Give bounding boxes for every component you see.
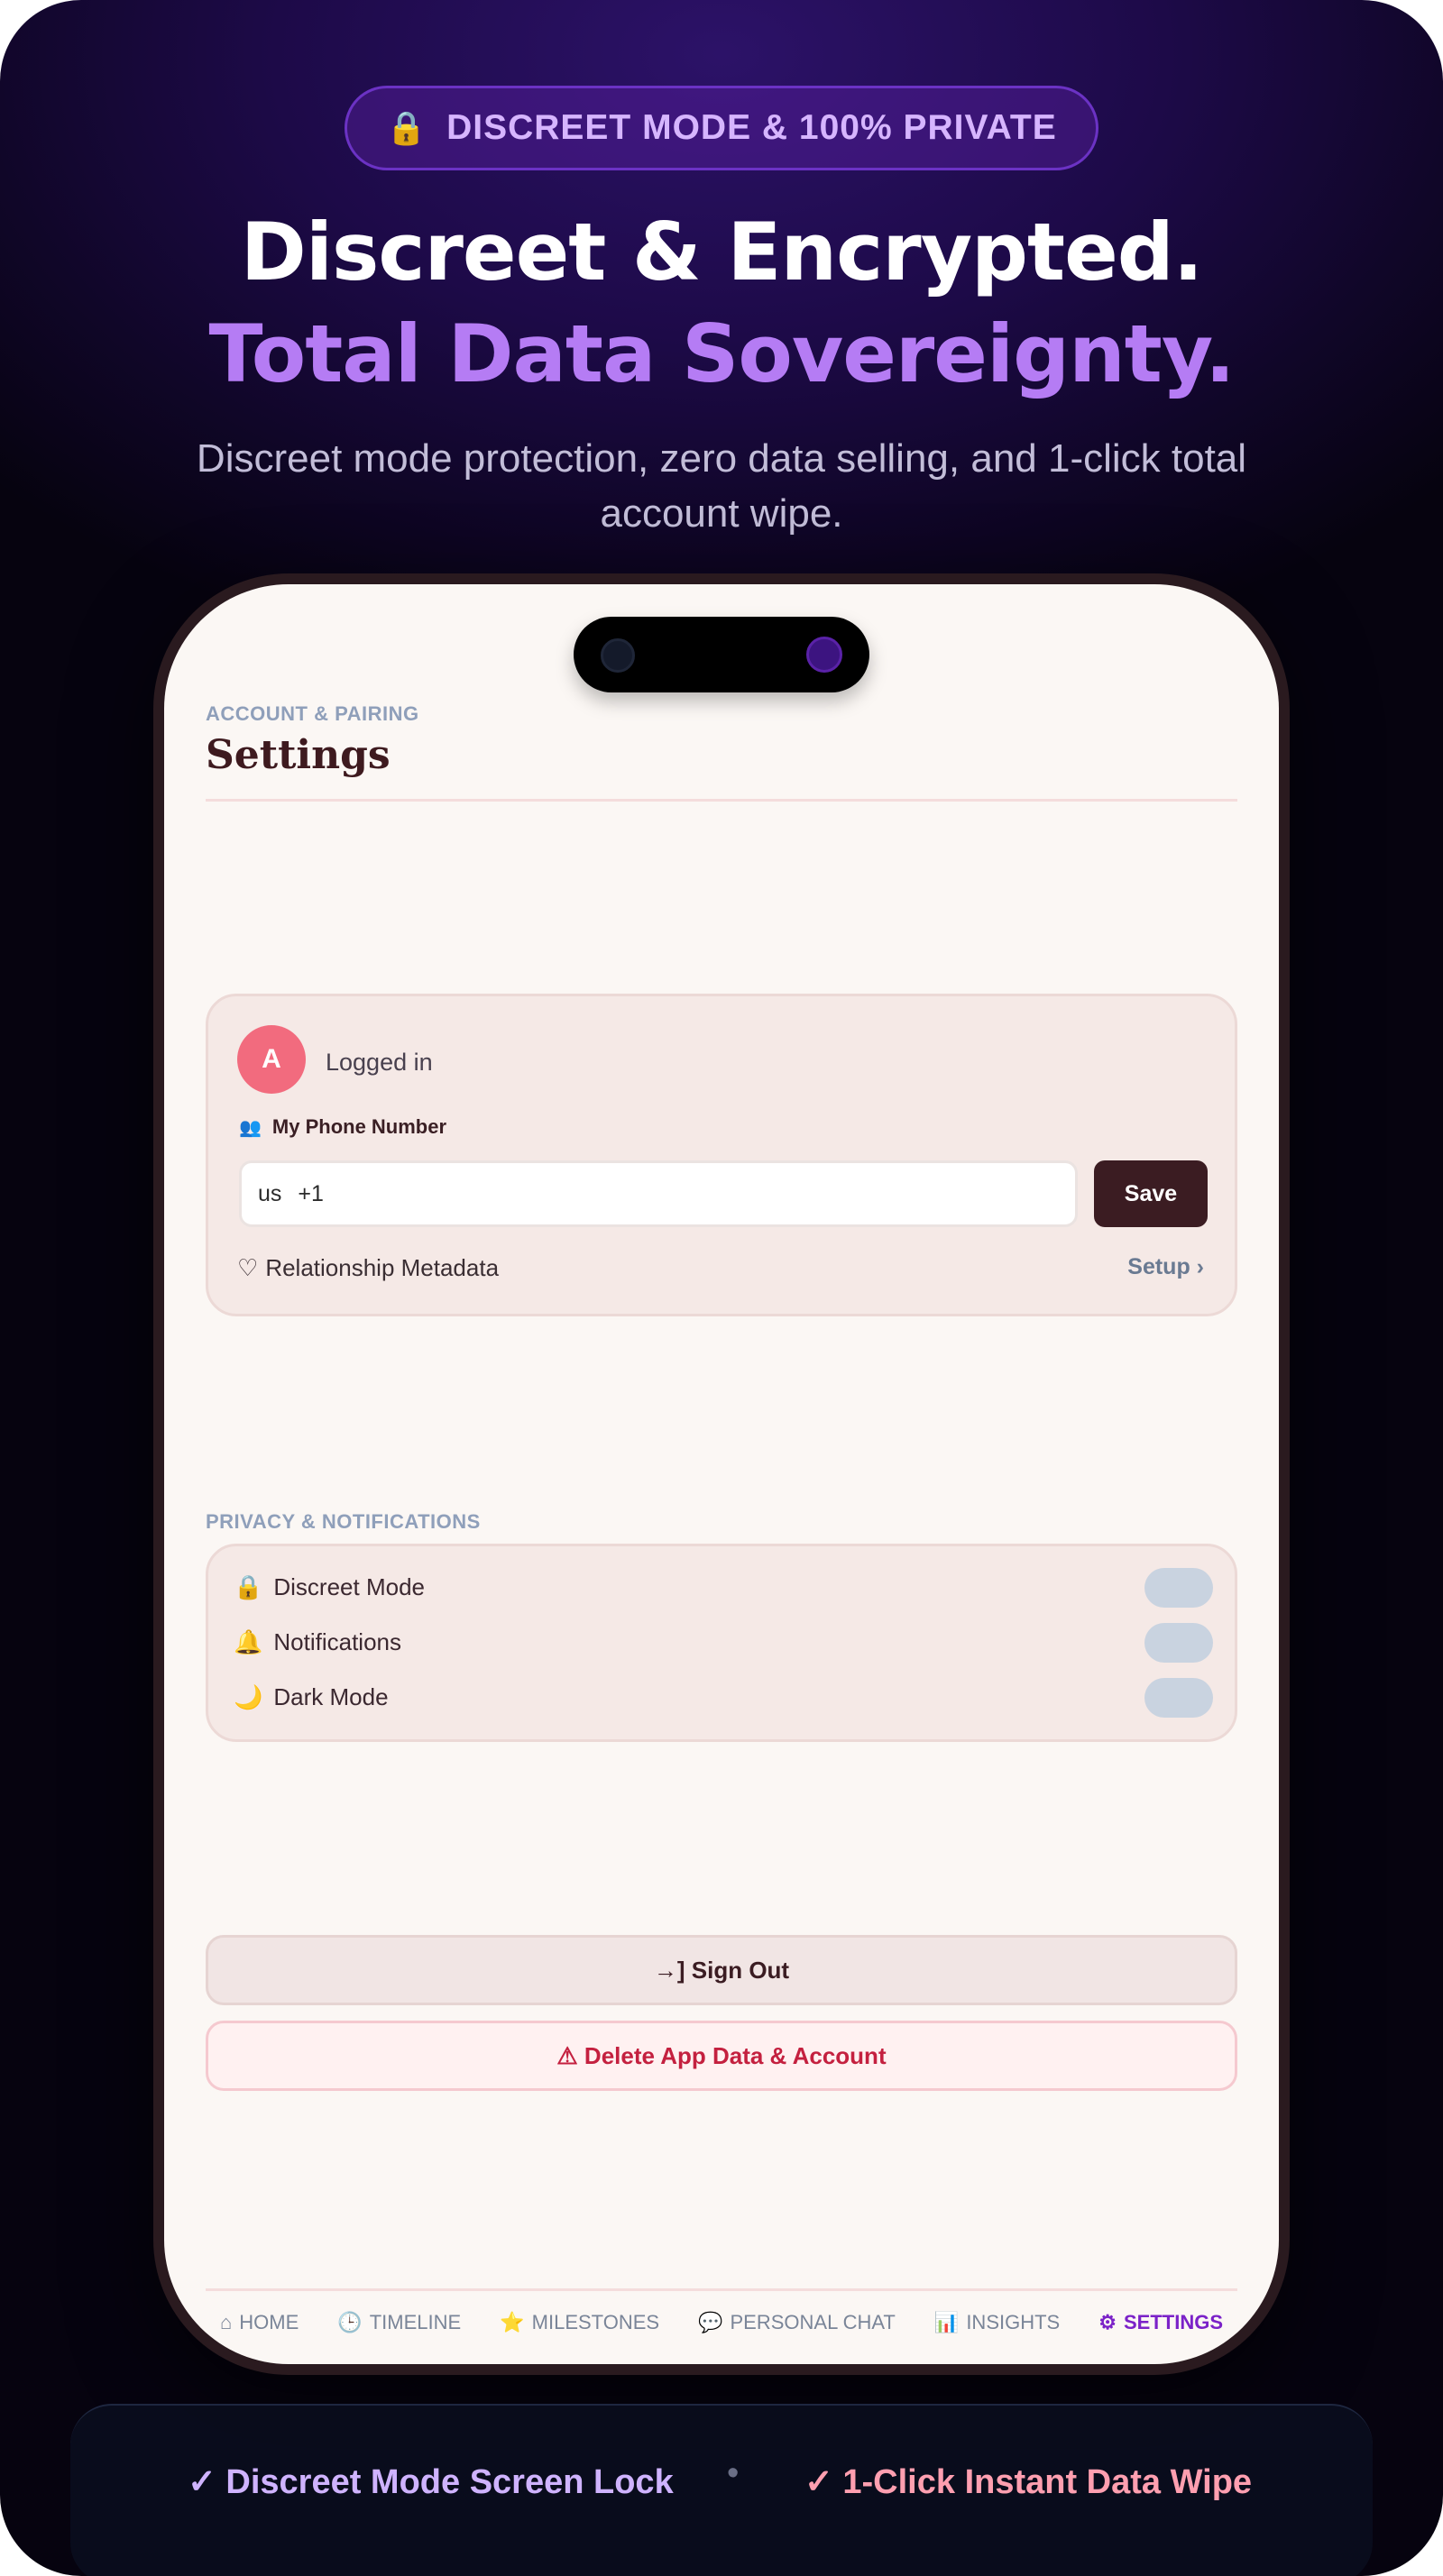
notifications-row: 🔔 Notifications [234, 1628, 401, 1656]
feature-data-wipe: ✓ 1-Click Instant Data Wipe [804, 2463, 1253, 2501]
phone-screen: ACCOUNT & PAIRING Settings A Logged in 👥… [164, 584, 1279, 2364]
privacy-badge: 🔒 DISCREET MODE & 100% PRIVATE [345, 86, 1098, 170]
nav-item-settings[interactable]: ⚙ SETTINGS [1098, 2311, 1223, 2334]
account-card: A Logged in 👥 My Phone Number us +1 Save… [206, 994, 1237, 1316]
setup-link[interactable]: Setup › [1127, 1254, 1204, 1280]
nav-label: PERSONAL CHAT [730, 2311, 896, 2333]
save-button[interactable]: Save [1094, 1160, 1208, 1227]
badge-text: DISCREET MODE & 100% PRIVATE [446, 108, 1057, 147]
login-status: Logged in [326, 1049, 433, 1076]
nav-item-insights[interactable]: 📊 INSIGHTS [934, 2311, 1060, 2334]
discreet-mode-toggle[interactable] [1144, 1568, 1213, 1608]
page-title: Settings [206, 732, 391, 778]
avatar[interactable]: A [237, 1025, 306, 1094]
hero-title: Discreet & Encrypted. [240, 206, 1203, 298]
country-code[interactable]: us [258, 1181, 281, 1207]
sensor-icon [806, 637, 842, 673]
dynamic-island [574, 617, 869, 692]
home-icon: ⌂ [220, 2311, 233, 2333]
star-icon: ⭐ [500, 2311, 525, 2333]
heart-outline-icon: ♡ [237, 1254, 259, 1281]
sign-out-button[interactable]: →] Sign Out [206, 1935, 1237, 2005]
nav-label: MILESTONES [531, 2311, 660, 2333]
chat-bubble-icon: 💬 [698, 2311, 723, 2333]
discreet-mode-row: 🔒 Discreet Mode [234, 1573, 425, 1601]
clock-icon: 🕒 [337, 2311, 363, 2333]
hero-title-highlight: Total Data Sovereignty. [208, 307, 1235, 400]
delete-account-button[interactable]: ⚠ Delete App Data & Account [206, 2021, 1237, 2091]
section-label-privacy: PRIVACY & NOTIFICATIONS [206, 1510, 481, 1533]
nav-item-milestones[interactable]: ⭐ MILESTONES [500, 2311, 659, 2334]
bell-icon: 🔔 [234, 1628, 263, 1655]
nav-item-home[interactable]: ⌂ HOME [220, 2311, 299, 2334]
phone-number-label: My Phone Number [271, 1115, 447, 1138]
relationship-metadata-row[interactable]: ♡ Relationship Metadata [237, 1254, 499, 1282]
nav-item-personal-chat[interactable]: 💬 PERSONAL CHAT [698, 2311, 896, 2334]
title-divider [206, 799, 1237, 802]
privacy-card: 🔒 Discreet Mode 🔔 Notifications 🌙 Dark M… [206, 1544, 1237, 1742]
moon-icon: 🌙 [234, 1683, 263, 1710]
phone-mockup: ACCOUNT & PAIRING Settings A Logged in 👥… [153, 573, 1290, 2375]
notifications-label: Notifications [273, 1628, 401, 1655]
gear-icon: ⚙ [1098, 2311, 1117, 2333]
nav-label: SETTINGS [1123, 2311, 1223, 2333]
camera-icon [601, 638, 635, 673]
hero-subtitle: Discreet mode protection, zero data sell… [196, 436, 1247, 536]
lock-icon: 🔒 [234, 1573, 263, 1600]
phone-number-label-row: 👥 My Phone Number [239, 1115, 446, 1139]
lock-icon: 🔒 [386, 109, 427, 146]
relationship-metadata-label: Relationship Metadata [265, 1254, 500, 1281]
bar-chart-icon: 📊 [933, 2311, 960, 2333]
notifications-toggle[interactable] [1144, 1623, 1213, 1663]
nav-divider [206, 2288, 1237, 2291]
discreet-mode-label: Discreet Mode [273, 1573, 425, 1600]
feature-discreet-lock: ✓ Discreet Mode Screen Lock [188, 2463, 674, 2501]
dark-mode-toggle[interactable] [1144, 1678, 1213, 1718]
nav-label: TIMELINE [369, 2311, 462, 2333]
dial-prefix: +1 [298, 1180, 324, 1206]
nav-label: INSIGHTS [966, 2311, 1061, 2333]
people-icon: 👥 [239, 1117, 262, 1138]
nav-label: HOME [239, 2311, 299, 2333]
phone-number-input[interactable]: us +1 [239, 1160, 1078, 1227]
dark-mode-label: Dark Mode [273, 1683, 389, 1710]
section-label-account: ACCOUNT & PAIRING [206, 702, 419, 725]
bottom-nav: ⌂ HOME 🕒 TIMELINE ⭐ MILESTONES 💬 PERSONA… [206, 2301, 1237, 2344]
nav-item-timeline[interactable]: 🕒 TIMELINE [337, 2311, 461, 2334]
dark-mode-row: 🌙 Dark Mode [234, 1683, 389, 1711]
marketing-frame: 🔒 DISCREET MODE & 100% PRIVATE Discreet … [0, 0, 1443, 2576]
feature-separator: • [727, 2454, 740, 2492]
